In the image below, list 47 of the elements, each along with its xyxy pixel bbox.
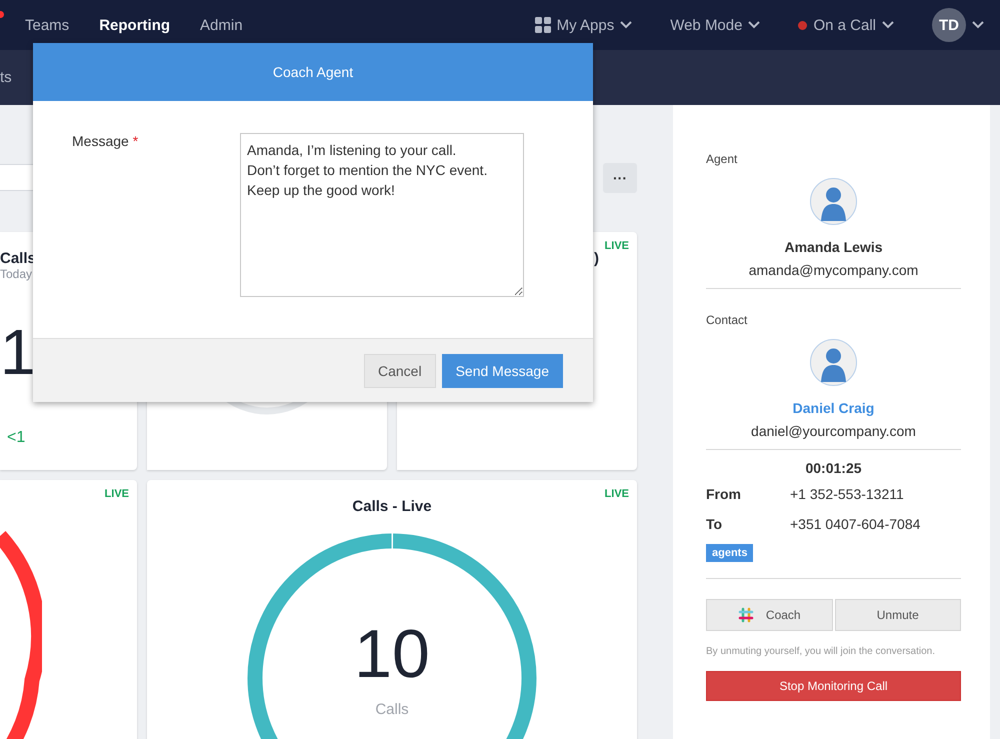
card-subtitle: Today [0, 267, 34, 281]
user-menu[interactable]: TD [932, 8, 984, 42]
user-avatar: TD [932, 8, 966, 42]
apps-menu[interactable]: My Apps [534, 16, 632, 34]
agent-name: Amanda Lewis [784, 239, 883, 255]
chevron-down-icon [748, 21, 760, 29]
status-menu[interactable]: On a Call [798, 16, 894, 34]
queue-tag: agents [706, 544, 754, 562]
phone-number: +1 352-553-13211 [790, 486, 904, 502]
nav-link[interactable]: Teams [25, 16, 70, 34]
metric-value: 10 [354, 615, 430, 693]
chevron-down-icon [620, 21, 632, 29]
help-text: By unmuting yourself, you will join the conversation. [706, 646, 936, 657]
dialog-title: Coach Agent [272, 64, 354, 80]
nav-link[interactable]: Admin [200, 16, 243, 34]
metric-unit: Calls [375, 701, 409, 718]
metric-value: 1 [0, 315, 37, 389]
grid-icon [534, 17, 551, 33]
field-label: Message * [72, 133, 138, 149]
chevron-down-icon [972, 21, 984, 29]
card-title: ) [594, 250, 599, 267]
phone-number: +351 0407-604-7084 [790, 516, 920, 532]
stop-monitoring-button[interactable]: Stop Monitoring Call [706, 671, 961, 701]
field-label: From [706, 486, 742, 502]
unmute-button[interactable]: Unmute [834, 599, 961, 631]
call-timer: 00:01:25 [805, 460, 862, 476]
section-label: Agent [706, 152, 738, 166]
avatar-icon [810, 178, 857, 225]
coach-button[interactable]: Coach [706, 599, 832, 631]
metric-delta: <1 [7, 429, 26, 447]
message-field[interactable]: Amanda, I’m listening to your call. Don’t forget to mention the NYC event. Keep up the good work! [240, 133, 524, 297]
cancel-button[interactable]: Cancel [364, 354, 436, 388]
section-label: Contact [706, 313, 748, 327]
email-text: amanda@mycompany.com [748, 262, 918, 278]
mode-menu[interactable]: Web Mode [670, 16, 760, 34]
hash-icon [738, 607, 754, 623]
live-label: LIVE [604, 240, 629, 252]
live-label: LIVE [104, 488, 129, 500]
email-text: daniel@yourcompany.com [751, 423, 916, 439]
card-title: Calls - Live [352, 498, 432, 515]
live-label: LIVE [604, 488, 629, 500]
subnav-link[interactable]: ts [0, 69, 12, 86]
chevron-down-icon [882, 21, 894, 29]
avatar-icon [810, 339, 857, 386]
nav-link[interactable]: Reporting [99, 16, 170, 34]
field-label: To [706, 516, 724, 532]
more-button[interactable]: ··· [603, 162, 637, 192]
